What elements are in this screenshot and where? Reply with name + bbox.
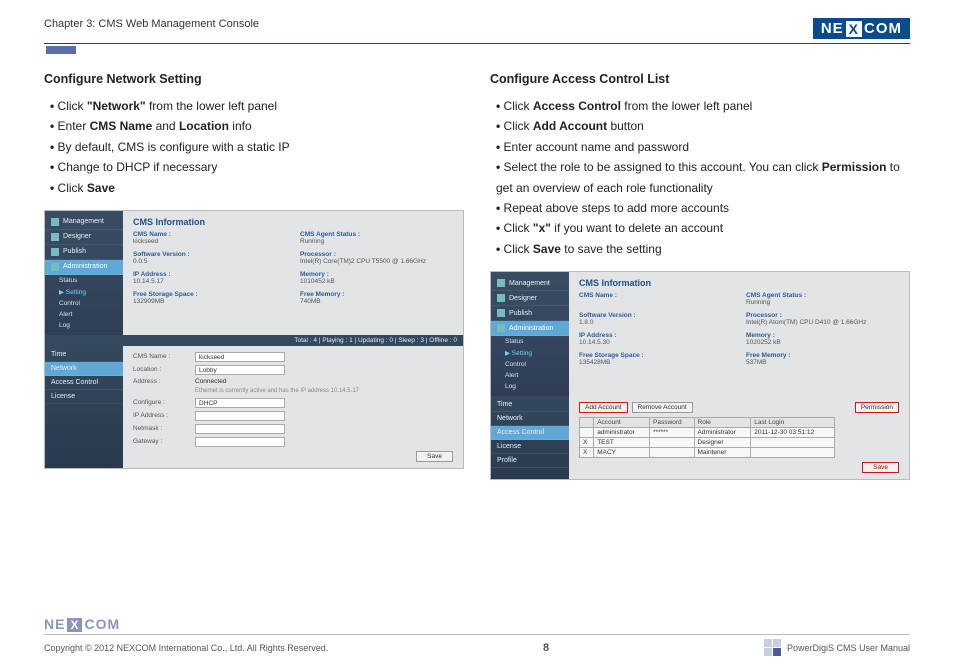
lside-license[interactable]: License [45,390,123,404]
lside-network[interactable]: Network [45,362,123,376]
pencil-icon [51,233,59,241]
left-bullets: Click "Network" from the lower left pane… [44,96,464,198]
right-bullets: Click Access Control from the lower left… [490,96,910,259]
lside-access[interactable]: Access Control [45,376,123,390]
right-screenshot: Management Designer Publish Administrati… [490,271,910,480]
gateway-input[interactable] [195,437,285,447]
table-row[interactable]: XTESTDesigner [580,438,835,448]
bullet: Enter account name and password [496,137,910,157]
upload-icon [51,248,59,256]
bullet: Click Save to save the setting [496,239,910,259]
lside-license[interactable]: License [491,440,569,454]
folder-icon [497,279,505,287]
lside-network[interactable]: Network [491,412,569,426]
side-publish[interactable]: Publish [491,306,569,321]
lside-time[interactable]: Time [45,348,123,362]
left-section-title: Configure Network Setting [44,72,464,86]
manual-name: PowerDigiS CMS User Manual [787,643,910,653]
cms-info-grid: CMS Name : CMS Agent Status :Running Sof… [579,292,899,366]
sub-status[interactable]: Status [491,336,569,347]
sub-setting[interactable]: ▶ Setting [45,286,123,298]
bullet: Click "Network" from the lower left pane… [50,96,464,116]
blue-tab [46,46,76,54]
ss-lower-sidebar: Time Network Access Control License [45,346,123,468]
bullet: Click Add Account button [496,116,910,136]
bullet: Select the role to be assigned to this a… [496,157,910,198]
cms-info-grid: CMS Name :kickseed CMS Agent Status :Run… [133,231,453,305]
gear-icon [51,263,59,271]
netmask-input[interactable] [195,424,285,434]
side-administration[interactable]: Administration [491,321,569,336]
nexcom-logo: NE X COM [813,18,910,39]
gear-icon [497,324,505,332]
table-row[interactable]: administrator******Administrator2011-12-… [580,428,835,438]
status-bar: Total : 4 | Playing : 1 | Updating : 0 |… [45,335,463,346]
cms-info-title: CMS Information [579,278,899,288]
side-designer[interactable]: Designer [45,230,123,245]
bullet: Click Save [50,178,464,198]
bullet: Enter CMS Name and Location info [50,116,464,136]
side-designer[interactable]: Designer [491,291,569,306]
cms-name-input[interactable]: kickseed [195,352,285,362]
lside-profile[interactable]: Profile [491,454,569,468]
side-management[interactable]: Management [491,276,569,291]
ip-input[interactable] [195,411,285,421]
side-publish[interactable]: Publish [45,245,123,260]
sub-control[interactable]: Control [491,359,569,370]
side-management[interactable]: Management [45,215,123,230]
sub-status[interactable]: Status [45,275,123,286]
add-account-button[interactable]: Add Account [579,402,628,413]
footer-squares-icon [764,639,781,656]
sub-control[interactable]: Control [45,298,123,309]
permission-button[interactable]: Permission [855,402,899,413]
ss-sidebar: Management Designer Publish Administrati… [491,272,569,396]
remove-account-button[interactable]: Remove Account [632,402,693,413]
side-administration[interactable]: Administration [45,260,123,275]
accounts-table: Account Password Role Last Login adminis… [579,417,835,458]
copyright: Copyright © 2012 NEXCOM International Co… [44,643,328,653]
ss-sidebar: Management Designer Publish Administrati… [45,211,123,335]
left-screenshot: Management Designer Publish Administrati… [44,210,464,469]
sub-log[interactable]: Log [45,320,123,331]
sub-log[interactable]: Log [491,381,569,392]
configure-select[interactable]: DHCP [195,398,285,408]
sub-alert[interactable]: Alert [491,370,569,381]
bullet: Change to DHCP if necessary [50,157,464,177]
pencil-icon [497,294,505,302]
footer-logo: NEXCOM [44,616,910,632]
save-button[interactable]: Save [862,462,899,473]
sub-setting[interactable]: ▶ Setting [491,347,569,359]
eth-note: Ethernet is currently active and has the… [133,388,453,394]
sub-alert[interactable]: Alert [45,309,123,320]
cms-info-title: CMS Information [133,217,453,227]
lside-access[interactable]: Access Control [491,426,569,440]
upload-icon [497,309,505,317]
bullet: Click Access Control from the lower left… [496,96,910,116]
bullet: Click "x" if you want to delete an accou… [496,218,910,238]
location-input[interactable]: Lobby [195,365,285,375]
address-val: Connected [195,378,226,385]
table-row[interactable]: XMACYMaintener [580,448,835,458]
bullet: Repeat above steps to add more accounts [496,198,910,218]
right-section-title: Configure Access Control List [490,72,910,86]
page-number: 8 [543,642,549,654]
ss-lower-sidebar: Time Network Access Control License Prof… [491,396,569,479]
chapter-title: Chapter 3: CMS Web Management Console [44,18,259,30]
header-rule [44,43,910,44]
lside-time[interactable]: Time [491,398,569,412]
folder-icon [51,218,59,226]
bullet: By default, CMS is configure with a stat… [50,137,464,157]
save-button[interactable]: Save [416,451,453,462]
